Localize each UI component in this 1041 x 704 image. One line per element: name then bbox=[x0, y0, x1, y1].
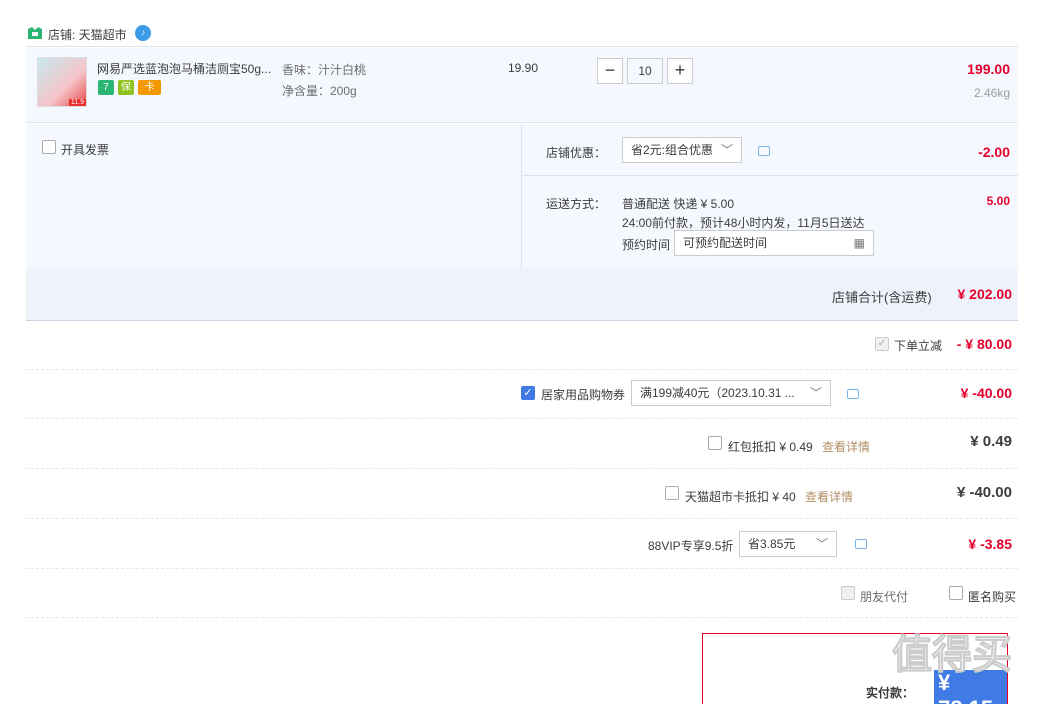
card-payment-icon: 卡 bbox=[138, 80, 161, 95]
vip-discount-selected: 省3.85元 bbox=[748, 537, 796, 551]
chevron-down-icon: ﹀ bbox=[805, 381, 822, 405]
instant-discount-checkbox: ✓ bbox=[875, 337, 889, 351]
shipping-eta: 24:00前付款，预计48小时内发，11月5日送达 bbox=[622, 216, 865, 230]
vip-discount-select[interactable]: 省3.85元 ﹀ bbox=[739, 531, 837, 557]
divider bbox=[521, 175, 1018, 176]
watermark-logo: 值得买 bbox=[892, 633, 1013, 678]
increase-quantity-button[interactable]: + bbox=[667, 58, 693, 84]
red-packet-details-link[interactable]: 查看详情 bbox=[822, 438, 870, 455]
tmall-shop-icon bbox=[28, 27, 42, 39]
seven-day-return-icon: 7 bbox=[98, 80, 114, 95]
chevron-down-icon: ﹀ bbox=[815, 537, 828, 551]
divider bbox=[521, 124, 522, 269]
unit-price: 19.90 bbox=[508, 61, 539, 75]
vip-discount-value: ¥ -3.85 bbox=[968, 536, 1012, 552]
chevron-down-icon: ﹀ bbox=[720, 143, 733, 157]
item-subtotal: 199.00 bbox=[967, 61, 1010, 77]
anonymous-checkbox[interactable] bbox=[949, 586, 963, 600]
extra-options-row: 朋友代付 匿名购买 bbox=[26, 569, 1018, 618]
product-thumbnail[interactable]: 11.9 bbox=[37, 57, 87, 107]
product-title[interactable]: 网易严选蓝泡泡马桶洁厕宝50g... bbox=[97, 60, 277, 77]
shop-discount-select[interactable]: 省2元:组合优惠 ﹀ bbox=[622, 137, 742, 163]
quantity-input[interactable]: 10 bbox=[627, 58, 663, 84]
shop-discount-amount: -2.00 bbox=[978, 144, 1010, 160]
shop-total-label: 店铺合计(含运费) bbox=[832, 290, 932, 305]
cart-item-row: 11.9 网易严选蓝泡泡马桶洁厕宝50g... 7 保 卡 香味：汁汁白桃 净含… bbox=[26, 48, 1018, 123]
schedule-label: 预约时间 bbox=[622, 238, 671, 252]
payment-label: 实付款： bbox=[866, 686, 915, 700]
instant-discount-value: - ¥ 80.00 bbox=[956, 336, 1012, 352]
coupon-value: ¥ -40.00 bbox=[960, 385, 1012, 401]
red-packet-value: ¥ 0.49 bbox=[970, 433, 1012, 450]
shop-total-value: ¥ 202.00 bbox=[957, 286, 1013, 302]
coupon-checkbox[interactable]: ✓ bbox=[521, 386, 535, 400]
tmall-card-value: ¥ -40.00 bbox=[956, 484, 1012, 501]
anonymous-label: 匿名购买 bbox=[968, 590, 1017, 604]
friend-pay-label: 朋友代付 bbox=[860, 590, 909, 604]
invoice-label: 开具发票 bbox=[61, 143, 110, 157]
sku-net-weight: 净含量：200g bbox=[282, 84, 357, 98]
shipping-method: 普通配送 快递 ¥ 5.00 bbox=[622, 197, 735, 211]
invoice-checkbox[interactable] bbox=[42, 140, 56, 154]
red-packet-label: 红包抵扣 ¥ 0.49 bbox=[728, 440, 813, 454]
decrease-quantity-button[interactable]: − bbox=[597, 58, 623, 84]
shop-name[interactable]: 店铺: 天猫超市 bbox=[48, 26, 127, 43]
friend-pay-checkbox bbox=[841, 586, 855, 600]
vip-discount-label: 88VIP专享9.5折 bbox=[648, 539, 734, 553]
instant-discount-label: 下单立减 bbox=[894, 339, 943, 353]
vip-discount-row: 88VIP专享9.5折 省3.85元 ﹀ ¥ -3.85 bbox=[26, 519, 1018, 569]
tmall-card-label: 天猫超市卡抵扣 ¥ 40 bbox=[685, 490, 796, 504]
coupon-select[interactable]: 满199减40元（2023.10.31 ... ﹀ bbox=[631, 380, 831, 406]
calendar-icon: ▦ bbox=[853, 236, 865, 250]
shop-total-bar: 店铺合计(含运费) ¥ 202.00 bbox=[26, 269, 1018, 321]
wangwang-chat-icon[interactable]: ♪ bbox=[135, 25, 151, 41]
red-packet-row: 红包抵扣 ¥ 0.49 查看详情 ¥ 0.49 bbox=[26, 419, 1018, 469]
red-packet-checkbox[interactable] bbox=[708, 436, 722, 450]
thumbnail-price-tag: 11.9 bbox=[68, 99, 86, 106]
order-options: 开具发票 店铺优惠： 省2元:组合优惠 ﹀ -2.00 运送方式： 普通配送 快… bbox=[26, 124, 1018, 269]
quantity-stepper: − 10 + bbox=[597, 58, 693, 84]
comment-icon[interactable] bbox=[847, 389, 859, 399]
guarantee-icon: 保 bbox=[118, 80, 134, 95]
shop-header: 店铺: 天猫超市 ♪ bbox=[26, 22, 1018, 47]
sku-scent: 香味：汁汁白桃 bbox=[282, 63, 367, 77]
shop-discount-label: 店铺优惠： bbox=[546, 146, 607, 160]
comment-icon[interactable] bbox=[855, 539, 867, 549]
item-weight: 2.46kg bbox=[973, 86, 1010, 100]
schedule-time-input[interactable]: 可预约配送时间 ▦ bbox=[674, 230, 874, 256]
coupon-row: ✓ 居家用品购物券 满199减40元（2023.10.31 ... ﹀ ¥ -4… bbox=[26, 370, 1018, 419]
tmall-card-row: 天猫超市卡抵扣 ¥ 40 查看详情 ¥ -40.00 bbox=[26, 469, 1018, 519]
shipping-label: 运送方式： bbox=[546, 197, 607, 211]
shipping-amount: 5.00 bbox=[986, 194, 1010, 208]
tmall-card-details-link[interactable]: 查看详情 bbox=[805, 488, 853, 505]
shop-discount-selected: 省2元:组合优惠 bbox=[631, 143, 714, 157]
tmall-card-checkbox[interactable] bbox=[665, 486, 679, 500]
coupon-selected: 满199减40元（2023.10.31 ... bbox=[640, 386, 795, 400]
coupon-label: 居家用品购物券 bbox=[541, 388, 626, 402]
instant-discount-row: ✓ 下单立减 - ¥ 80.00 bbox=[26, 321, 1018, 370]
schedule-time-value: 可预约配送时间 bbox=[683, 236, 768, 250]
comment-icon[interactable] bbox=[758, 146, 770, 156]
